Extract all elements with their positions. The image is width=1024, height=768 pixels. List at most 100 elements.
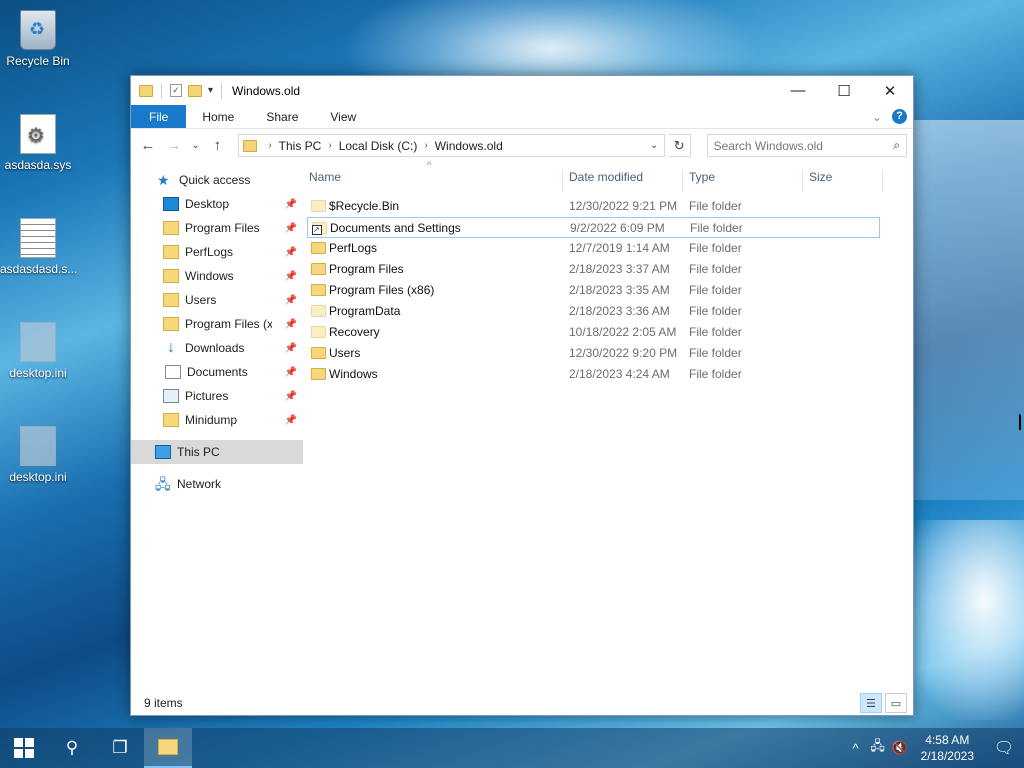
network-disconnected-icon[interactable]: 🖧 (867, 737, 889, 759)
pin-icon: 📌 (284, 198, 297, 210)
close-button[interactable]: ✕ (867, 76, 913, 105)
quick-access-toolbar: ✓ ▾ (131, 82, 224, 99)
file-explorer-taskbar-button[interactable] (144, 728, 192, 768)
folder-icon (311, 347, 326, 359)
folder-icon (163, 269, 179, 283)
item-count: 9 items (144, 696, 183, 710)
column-name[interactable]: Name (303, 170, 563, 192)
nav-item-desktop[interactable]: Desktop 📌 (131, 192, 303, 216)
breadcrumb-local-disk[interactable]: Local Disk (C:) (339, 139, 418, 153)
desktop-icon-ini-2[interactable]: desktop.ini (0, 426, 76, 484)
title-bar[interactable]: ✓ ▾ Windows.old — ☐ ✕ (131, 76, 913, 105)
chevron-right-icon[interactable]: › (328, 140, 331, 151)
pin-icon: 📌 (284, 222, 297, 234)
navigation-bar: ← → ⌄ ↑ › This PC › Local Disk (C:) › Wi… (131, 129, 913, 162)
navigation-pane: ★ Quick access Desktop 📌 Program Files 📌… (131, 162, 303, 691)
clock[interactable]: 4:58 AM 2/18/2023 (911, 732, 984, 764)
column-date-modified[interactable]: Date modified (563, 170, 683, 192)
pin-icon: 📌 (284, 414, 297, 426)
file-list: ^ Name Date modified Type Size $Recycle.… (303, 160, 913, 691)
chevron-up-icon[interactable]: ^ (845, 741, 867, 756)
desktop-icon-sys-file[interactable]: asdasda.sys (0, 114, 76, 172)
breadcrumb-this-pc[interactable]: This PC (279, 139, 322, 153)
clock-time: 4:58 AM (925, 733, 970, 747)
search-icon[interactable]: ⚲ (48, 728, 96, 768)
chevron-right-icon[interactable]: › (424, 140, 427, 151)
back-arrow-icon[interactable]: ← (137, 137, 159, 154)
details-view-icon[interactable]: ☰ (860, 693, 882, 713)
tab-home[interactable]: Home (186, 105, 250, 128)
start-button[interactable] (0, 728, 48, 768)
chevron-right-icon[interactable]: › (268, 140, 271, 151)
system-file-icon (20, 114, 56, 154)
table-row[interactable]: Windows 2/18/2023 4:24 AM File folder (303, 364, 913, 385)
nav-this-pc[interactable]: This PC (131, 440, 303, 464)
help-icon[interactable]: ? (892, 109, 907, 124)
search-input[interactable]: Search Windows.old ⌕ (706, 134, 907, 157)
table-row[interactable]: Users 12/30/2022 9:20 PM File folder (303, 343, 913, 364)
tab-share[interactable]: Share (250, 105, 314, 128)
forward-arrow-icon[interactable]: → (163, 137, 185, 154)
nav-quick-access[interactable]: ★ Quick access (131, 168, 303, 192)
up-arrow-icon[interactable]: ↑ (207, 137, 229, 154)
address-bar[interactable]: › This PC › Local Disk (C:) › Windows.ol… (238, 134, 665, 157)
expand-ribbon-icon[interactable]: ⌄ (872, 110, 882, 124)
volume-muted-icon[interactable]: 🔇 (889, 740, 911, 756)
nav-network[interactable]: 🖧 Network (131, 472, 303, 496)
search-placeholder: Search Windows.old (713, 138, 823, 153)
tab-view[interactable]: View (314, 105, 372, 128)
refresh-icon[interactable]: ↻ (668, 134, 691, 157)
nav-item-perflogs[interactable]: PerfLogs 📌 (131, 240, 303, 264)
new-folder-icon[interactable] (188, 84, 202, 97)
desktop-icon-label: desktop.ini (9, 366, 67, 380)
nav-item-documents[interactable]: Documents 📌 (131, 360, 303, 384)
customize-toolbar-icon[interactable]: ▾ (208, 85, 213, 96)
column-headers: ^ Name Date modified Type Size (303, 160, 913, 192)
desktop-icon-file[interactable]: asdasdasd.s... (0, 218, 77, 276)
nav-item-downloads[interactable]: ↓ Downloads 📌 (131, 336, 303, 360)
table-row[interactable]: Program Files 2/18/2023 3:37 AM File fol… (303, 259, 913, 280)
table-row[interactable]: $Recycle.Bin 12/30/2022 9:21 PM File fol… (303, 196, 913, 217)
maximize-button[interactable]: ☐ (821, 76, 867, 105)
folder-icon (158, 739, 178, 755)
table-row[interactable]: Program Files (x86) 2/18/2023 3:35 AM Fi… (303, 280, 913, 301)
table-row[interactable]: Recovery 10/18/2022 2:05 AM File folder (303, 322, 913, 343)
column-size[interactable]: Size (803, 170, 883, 192)
nav-item-windows[interactable]: Windows 📌 (131, 264, 303, 288)
nav-item-pictures[interactable]: Pictures 📌 (131, 384, 303, 408)
explorer-window: ✓ ▾ Windows.old — ☐ ✕ File Home Share Vi… (130, 75, 914, 716)
column-type[interactable]: Type (683, 170, 803, 192)
folder-icon (163, 317, 179, 331)
network-icon: 🖧 (155, 476, 171, 492)
search-icon[interactable]: ⌕ (893, 138, 900, 153)
large-icons-view-icon[interactable]: ▭ (885, 693, 907, 713)
nav-item-users[interactable]: Users 📌 (131, 288, 303, 312)
table-row[interactable]: ProgramData 2/18/2023 3:36 AM File folde… (303, 301, 913, 322)
folder-icon (311, 326, 326, 338)
recent-locations-icon[interactable]: ⌄ (189, 140, 203, 151)
folder-icon (311, 284, 326, 296)
breadcrumb-windows-old[interactable]: Windows.old (435, 139, 503, 153)
desktop-icon-recycle-bin[interactable]: Recycle Bin (0, 10, 76, 68)
chevron-down-icon[interactable]: ⌄ (643, 135, 664, 156)
folder-icon (311, 242, 326, 254)
clock-date: 2/18/2023 (920, 749, 974, 763)
minimize-button[interactable]: — (775, 76, 821, 105)
tab-file[interactable]: File (131, 105, 187, 128)
notifications-icon[interactable]: 🗨 (984, 738, 1024, 758)
folder-icon (163, 413, 179, 427)
pin-icon: 📌 (284, 342, 297, 354)
ribbon-tabs: File Home Share View ⌄ ? (131, 105, 913, 129)
nav-item-minidump[interactable]: Minidump 📌 (131, 408, 303, 432)
shortcut-folder-icon (312, 222, 327, 235)
pin-icon: 📌 (284, 390, 297, 402)
table-row[interactable]: PerfLogs 12/7/2019 1:14 AM File folder (303, 238, 913, 259)
status-bar: 9 items ☰ ▭ (131, 691, 913, 715)
desktop-icon-label: desktop.ini (9, 470, 67, 484)
task-view-icon[interactable]: ❐ (96, 728, 144, 768)
table-row[interactable]: Documents and Settings 9/2/2022 6:09 PM … (307, 217, 880, 238)
nav-item-program-files[interactable]: Program Files 📌 (131, 216, 303, 240)
desktop-icon-ini-1[interactable]: desktop.ini (0, 322, 76, 380)
nav-item-program-files-x86[interactable]: Program Files (x86) 📌 (131, 312, 303, 336)
properties-icon[interactable]: ✓ (170, 84, 182, 97)
